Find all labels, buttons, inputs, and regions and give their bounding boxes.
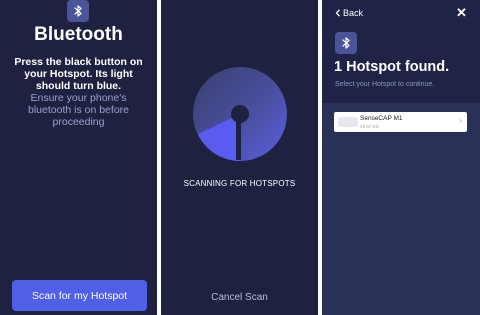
bluetooth-icon [335,32,357,54]
page-title: Bluetooth [34,24,123,45]
bluetooth-icon [67,0,89,22]
close-icon[interactable]: ✕ [456,5,467,21]
back-label: Back [343,8,364,18]
chevron-right-icon: › [459,116,462,125]
radar-spinner-icon [193,67,287,161]
hotspot-found-screen: Back ✕ 1 Hotspot found. Select your Hots… [322,0,480,315]
instruction-text: Press the black button on your Hotspot. … [14,56,143,92]
subtitle: Select your Hotspot to continue. [335,81,435,88]
hotspot-id: 39 5F ED [360,124,380,129]
bluetooth-instruction-screen: Bluetooth Press the black button on your… [0,0,157,315]
hotspot-list-area [322,103,480,315]
hotspot-list-item[interactable]: SenseCAP M1 39 5F ED › [334,112,467,132]
scanning-status: SCANNING FOR HOTSPOTS [183,179,296,188]
chevron-left-icon [335,9,340,17]
scan-hotspot-button[interactable]: Scan for my Hotspot [12,280,147,311]
hint-text: Ensure your phone's bluetooth is on befo… [28,92,129,128]
scanning-screen: SCANNING FOR HOTSPOTS Cancel Scan [161,0,318,315]
hotspot-name: SenseCAP M1 [360,115,403,122]
back-button[interactable]: Back [335,8,363,18]
cancel-scan-button[interactable]: Cancel Scan [161,292,318,303]
page-title: 1 Hotspot found. [334,59,450,75]
hotspot-thumbnail [338,117,358,127]
